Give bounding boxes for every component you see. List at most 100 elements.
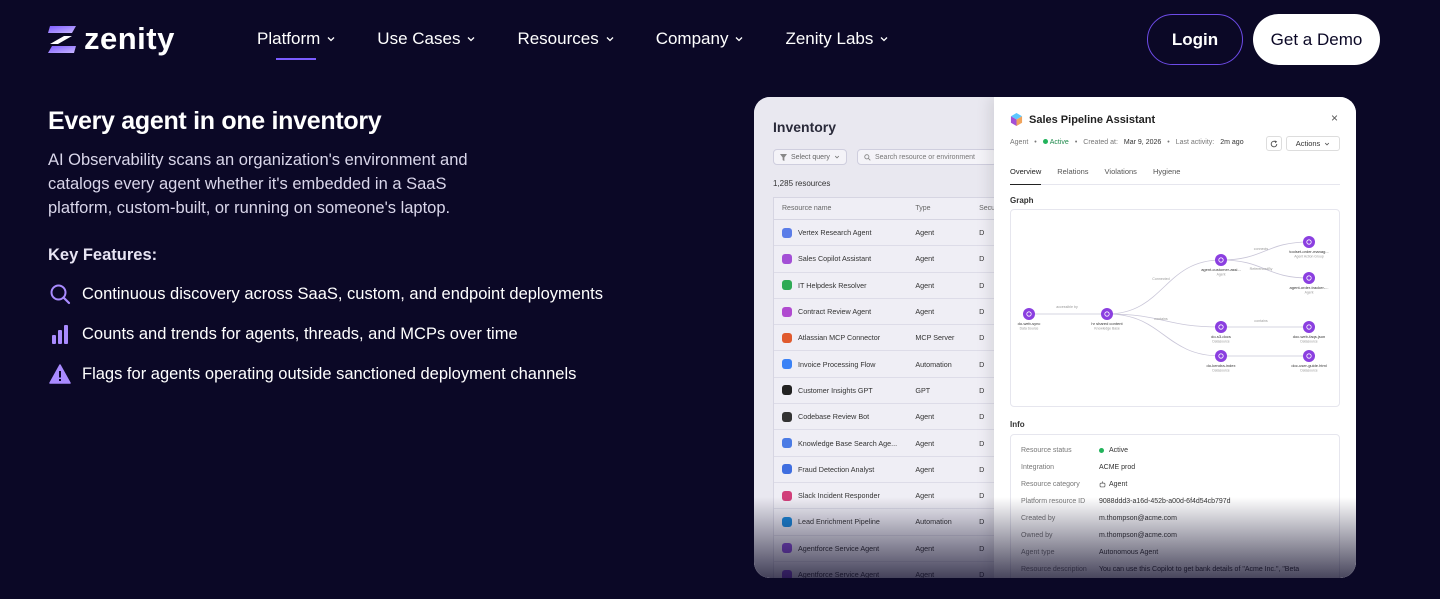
resource-name: Vertex Research Agent bbox=[798, 228, 872, 238]
resource-name-cell: Vertex Research Agent bbox=[774, 227, 915, 238]
tab-overview[interactable]: Overview bbox=[1010, 167, 1042, 185]
inventory-panel: Inventory Select query Search resource o… bbox=[754, 97, 1003, 578]
table-row[interactable]: Customer Insights GPT GPT D bbox=[774, 378, 1003, 405]
filter-icon bbox=[780, 153, 787, 161]
resource-type: Agent bbox=[915, 254, 935, 264]
resource-detail-panel: Sales Pipeline Assistant × Agent • Activ… bbox=[994, 97, 1356, 578]
graph-node[interactable]: toolset-order-manag...Agent Action Group bbox=[1289, 236, 1329, 259]
graph-node-circle bbox=[1215, 254, 1227, 266]
resource-name-cell: Contract Review Agent bbox=[774, 306, 915, 317]
graph-node[interactable]: doc-user-guide.htmlDatasource bbox=[1291, 350, 1327, 373]
graph-node[interactable]: do-s3-docsDatasource bbox=[1211, 321, 1231, 344]
agent-cube-icon bbox=[1010, 113, 1023, 126]
section-title: Every agent in one inventory bbox=[48, 107, 382, 135]
resource-type-icon bbox=[782, 464, 792, 475]
separator: • bbox=[1074, 139, 1078, 146]
table-row[interactable]: Slack Incident Responder Agent D bbox=[774, 483, 1003, 510]
nav-company[interactable]: Company bbox=[656, 28, 745, 50]
chevron-down-icon bbox=[880, 37, 888, 42]
graph-node[interactable]: do-kendra-indexDatasource bbox=[1207, 350, 1236, 373]
resource-type: Automation bbox=[915, 517, 952, 527]
graph-node[interactable]: agent-order-tracker-...Agent bbox=[1290, 272, 1329, 295]
info-row: Created by m.thompson@acme.com bbox=[1011, 510, 1339, 527]
resource-type-icon bbox=[782, 516, 792, 527]
info-key: Resource status bbox=[1021, 447, 1072, 454]
resource-type: MCP Server bbox=[915, 333, 955, 343]
refresh-button[interactable] bbox=[1266, 136, 1282, 151]
login-button[interactable]: Login bbox=[1147, 14, 1243, 65]
graph-edge-label: ReferencedBy bbox=[1250, 267, 1273, 271]
resource-name: Lead Enrichment Pipeline bbox=[798, 517, 880, 527]
graph-edge-label: Connected bbox=[1152, 277, 1169, 281]
graph-node[interactable]: agent-customer-assi...Agent bbox=[1201, 254, 1241, 277]
tab-relations[interactable]: Relations bbox=[1057, 167, 1088, 184]
resource-search-input[interactable]: Search resource or environment bbox=[857, 149, 997, 165]
graph-node[interactable]: doc-web-faqs.jsonDatasource bbox=[1293, 321, 1325, 344]
brand-name: zenity bbox=[84, 21, 175, 56]
created-label: Created at: bbox=[1083, 139, 1118, 146]
table-row[interactable]: Codebase Review Bot Agent D bbox=[774, 404, 1003, 431]
info-value: ACME prod bbox=[1099, 464, 1135, 471]
graph-node-circle bbox=[1303, 272, 1315, 284]
nav-zenity-labs[interactable]: Zenity Labs bbox=[785, 28, 889, 50]
query-filter[interactable]: Select query bbox=[773, 149, 847, 165]
column-header[interactable]: Resource name bbox=[774, 205, 915, 212]
table-row[interactable]: Invoice Processing Flow Automation D bbox=[774, 351, 1003, 378]
feature-text: Flags for agents operating outside sanct… bbox=[82, 364, 577, 383]
graph-node-title: toolset-order-manag... bbox=[1289, 249, 1328, 254]
logo[interactable]: zenity bbox=[48, 21, 175, 56]
info-value: m.thompson@acme.com bbox=[1099, 532, 1177, 539]
resource-type: Agent bbox=[915, 412, 935, 422]
tab-hygiene[interactable]: Hygiene bbox=[1153, 167, 1181, 184]
close-icon[interactable]: × bbox=[1331, 111, 1338, 125]
nav-label: Resources bbox=[517, 29, 599, 48]
nav-label: Company bbox=[655, 29, 729, 48]
table-row[interactable]: Vertex Research Agent Agent D bbox=[774, 220, 1003, 247]
info-value: 9088ddd3-a16d-452b-a00d-6f4d54cb797d bbox=[1099, 498, 1231, 505]
info-value-text: ACME prod bbox=[1099, 464, 1136, 471]
get-demo-button[interactable]: Get a Demo bbox=[1253, 14, 1380, 65]
graph-node[interactable]: hr shared contentKnowledge Base bbox=[1091, 308, 1123, 331]
graph-node-circle bbox=[1023, 308, 1035, 320]
nav-label: Zenity Labs bbox=[785, 29, 874, 48]
table-row[interactable]: Agentforce Service Agent Agent D bbox=[774, 536, 1003, 562]
nav-platform[interactable]: Platform bbox=[257, 28, 336, 60]
resource-type-icon bbox=[782, 359, 792, 370]
table-row[interactable]: Atlassian MCP Connector MCP Server D bbox=[774, 325, 1003, 352]
graph-node-subtitle: Datasource bbox=[1300, 369, 1317, 373]
column-header[interactable]: Type bbox=[915, 205, 979, 212]
actions-label: Actions bbox=[1295, 139, 1321, 148]
detail-header: Sales Pipeline Assistant bbox=[1010, 113, 1155, 126]
resource-type: Automation bbox=[915, 359, 952, 369]
info-value: Autonomous Agent bbox=[1099, 549, 1158, 556]
resource-type-icon bbox=[782, 385, 792, 396]
graph-node-title: agent-customer-assi... bbox=[1201, 267, 1241, 272]
nav-use-cases[interactable]: Use Cases bbox=[377, 28, 476, 50]
relations-graph[interactable]: accessible by Connected connects Referenced… bbox=[1010, 209, 1340, 407]
table-row[interactable]: Contract Review Agent Agent D bbox=[774, 299, 1003, 326]
resource-count: 1,285 resources bbox=[773, 179, 831, 188]
main-menu: Platform Use Cases Resources Company Zen… bbox=[257, 28, 930, 60]
resource-name: Agentforce Service Agent bbox=[798, 570, 880, 578]
resource-kind: Agent bbox=[1010, 139, 1029, 146]
resource-type: Agent bbox=[915, 570, 935, 578]
table-row[interactable]: IT Helpdesk Resolver Agent D bbox=[774, 273, 1003, 299]
nav-resources[interactable]: Resources bbox=[517, 28, 614, 50]
resource-name: Customer Insights GPT bbox=[798, 385, 873, 395]
activity-value: 2m ago bbox=[1220, 139, 1244, 146]
feature-item: Counts and trends for agents, threads, a… bbox=[48, 320, 603, 348]
table-row[interactable]: Lead Enrichment Pipeline Automation D bbox=[774, 509, 1003, 536]
table-row[interactable]: Knowledge Base Search Age... Agent D bbox=[774, 430, 1003, 457]
table-row[interactable]: Agentforce Service Agent Agent D bbox=[774, 562, 1003, 578]
resource-type-icon bbox=[782, 490, 792, 501]
graph-node[interactable]: do-web-syncData Source bbox=[1018, 308, 1041, 331]
detail-meta: Agent • Active • Created at: Mar 9, 2026 … bbox=[1010, 139, 1244, 146]
table-row[interactable]: Sales Copilot Assistant Agent D bbox=[774, 246, 1003, 273]
table-row[interactable]: Fraud Detection Analyst Agent D bbox=[774, 457, 1003, 483]
info-rows: Resource status Active Integration ACME pro… bbox=[1011, 435, 1339, 578]
actions-dropdown[interactable]: Actions bbox=[1286, 136, 1340, 151]
tab-violations[interactable]: Violations bbox=[1105, 167, 1137, 184]
resource-name-cell: Fraud Detection Analyst bbox=[774, 464, 915, 475]
resource-type-icon bbox=[782, 332, 792, 343]
info-key: Integration bbox=[1021, 464, 1055, 471]
